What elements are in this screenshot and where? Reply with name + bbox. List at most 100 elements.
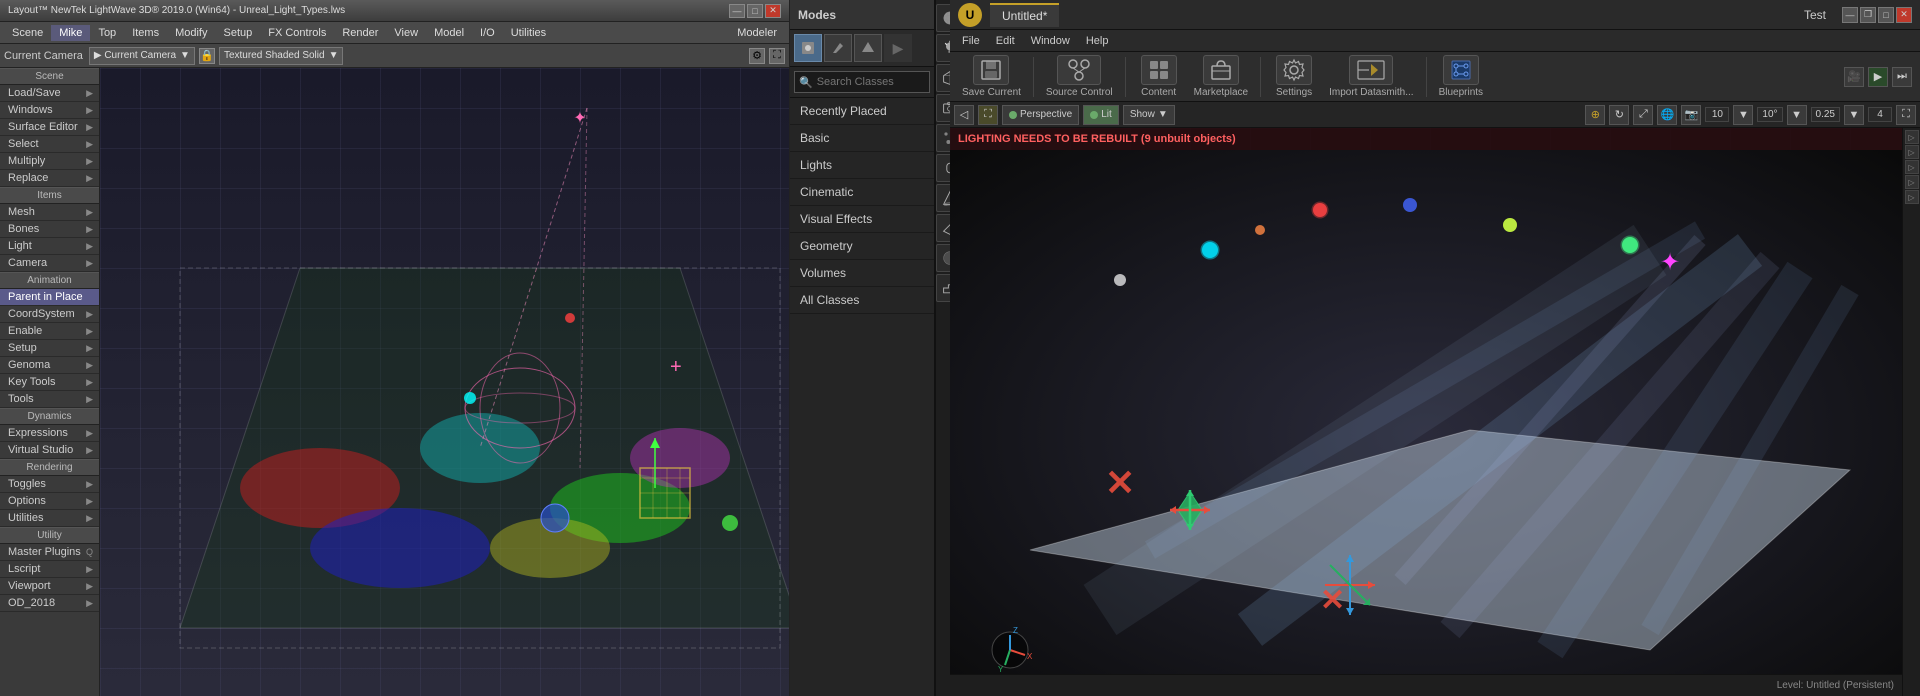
ue-maximize-button[interactable]: □ bbox=[1878, 7, 1894, 23]
modes-expand-button[interactable]: ▶ bbox=[884, 34, 912, 62]
category-lights[interactable]: Lights bbox=[790, 152, 934, 179]
lw-menu-fxcontrols[interactable]: FX Controls bbox=[260, 25, 334, 41]
category-visual-effects[interactable]: Visual Effects bbox=[790, 206, 934, 233]
lw-lock-icon[interactable]: 🔒 bbox=[199, 48, 215, 64]
sidebar-item-lscript[interactable]: Lscript ▶ bbox=[0, 561, 99, 578]
lw-camera-dropdown[interactable]: ▶ Current Camera ▼ bbox=[89, 47, 195, 65]
sidebar-item-master-plugins[interactable]: Master Plugins Q bbox=[0, 544, 99, 561]
geometry-mode-button[interactable] bbox=[854, 34, 882, 62]
perspective-button[interactable]: Perspective bbox=[1002, 105, 1079, 125]
sidebar-item-bones[interactable]: Bones ▶ bbox=[0, 221, 99, 238]
vp-scale-down[interactable]: ▼ bbox=[1844, 105, 1864, 125]
sidebar-item-virtual-studio[interactable]: Virtual Studio ▶ bbox=[0, 442, 99, 459]
vp-scale-icon[interactable]: ⤢ bbox=[1633, 105, 1653, 125]
category-geometry[interactable]: Geometry bbox=[790, 233, 934, 260]
ue-close-button[interactable]: ✕ bbox=[1896, 7, 1912, 23]
sidebar-item-tools[interactable]: Tools ▶ bbox=[0, 391, 99, 408]
toolbar-play-icon[interactable]: ▶ bbox=[1868, 67, 1888, 87]
ue-window-controls: — ❐ □ ✕ bbox=[1842, 7, 1912, 23]
sidebar-item-select[interactable]: Select ▶ bbox=[0, 136, 99, 153]
sidebar-item-enable[interactable]: Enable ▶ bbox=[0, 323, 99, 340]
blueprints-button[interactable]: Blueprints bbox=[1435, 53, 1487, 100]
category-all-classes[interactable]: All Classes bbox=[790, 287, 934, 314]
vp-world-icon[interactable]: 🌐 bbox=[1657, 105, 1677, 125]
lw-maximize-viewport-icon[interactable]: ⛶ bbox=[769, 48, 785, 64]
category-recently-placed[interactable]: Recently Placed bbox=[790, 98, 934, 125]
sidebar-item-genoma[interactable]: Genoma ▶ bbox=[0, 357, 99, 374]
sidebar-item-od2018[interactable]: OD_2018 ▶ bbox=[0, 595, 99, 612]
settings-button[interactable]: Settings bbox=[1269, 53, 1319, 100]
lw-menu-utilities[interactable]: Utilities bbox=[503, 25, 554, 41]
sidebar-item-keytools[interactable]: Key Tools ▶ bbox=[0, 374, 99, 391]
lw-3d-viewport[interactable]: ✦ bbox=[100, 68, 789, 696]
viewport-nav-icon[interactable]: ◁ bbox=[954, 105, 974, 125]
viewport-maximize-icon[interactable]: ⛶ bbox=[978, 105, 998, 125]
edge-btn-3[interactable]: ▷ bbox=[1905, 160, 1919, 174]
vp-translate-icon[interactable]: ⊕ bbox=[1585, 105, 1605, 125]
edge-btn-4[interactable]: ▷ bbox=[1905, 175, 1919, 189]
category-basic[interactable]: Basic bbox=[790, 125, 934, 152]
vp-rotate-icon[interactable]: ↻ bbox=[1609, 105, 1629, 125]
place-mode-button[interactable] bbox=[794, 34, 822, 62]
sidebar-item-options[interactable]: Options ▶ bbox=[0, 493, 99, 510]
sidebar-item-surface-editor[interactable]: Surface Editor ▶ bbox=[0, 119, 99, 136]
lw-menu-view[interactable]: View bbox=[386, 25, 426, 41]
toolbar-camera-icon[interactable]: 🎥 bbox=[1844, 67, 1864, 87]
import-datasmith-button[interactable]: Import Datasmith... bbox=[1325, 53, 1417, 100]
lw-menu-top[interactable]: Top bbox=[90, 25, 124, 41]
ue-menu-file[interactable]: File bbox=[954, 33, 988, 49]
content-button[interactable]: Content bbox=[1134, 53, 1184, 100]
edge-btn-1[interactable]: ▷ bbox=[1905, 130, 1919, 144]
ue-active-tab[interactable]: Untitled* bbox=[990, 3, 1059, 27]
vp-rotation-down[interactable]: ▼ bbox=[1787, 105, 1807, 125]
lw-minimize-button[interactable]: — bbox=[729, 4, 745, 18]
source-control-button[interactable]: Source Control bbox=[1042, 53, 1117, 100]
vp-grid-down[interactable]: ▼ bbox=[1733, 105, 1753, 125]
sidebar-item-expressions[interactable]: Expressions ▶ bbox=[0, 425, 99, 442]
lw-maximize-button[interactable]: □ bbox=[747, 4, 763, 18]
sidebar-item-light[interactable]: Light ▶ bbox=[0, 238, 99, 255]
sidebar-item-viewport[interactable]: Viewport ▶ bbox=[0, 578, 99, 595]
marketplace-button[interactable]: Marketplace bbox=[1190, 53, 1252, 100]
sidebar-item-utilities[interactable]: Utilities ▶ bbox=[0, 510, 99, 527]
lw-menu-scene[interactable]: Scene bbox=[4, 25, 51, 41]
lw-menu-io[interactable]: I/O bbox=[472, 25, 503, 41]
edge-btn-5[interactable]: ▷ bbox=[1905, 190, 1919, 204]
lw-menu-setup[interactable]: Setup bbox=[216, 25, 261, 41]
ue-menu-help[interactable]: Help bbox=[1078, 33, 1117, 49]
lw-menu-model[interactable]: Model bbox=[426, 25, 472, 41]
show-button[interactable]: Show ▼ bbox=[1123, 105, 1175, 125]
lw-close-button[interactable]: ✕ bbox=[765, 4, 781, 18]
sidebar-item-toggles[interactable]: Toggles ▶ bbox=[0, 476, 99, 493]
lw-menu-render[interactable]: Render bbox=[334, 25, 386, 41]
sidebar-item-replace[interactable]: Replace ▶ bbox=[0, 170, 99, 187]
vp-fullscreen[interactable]: ⛶ bbox=[1896, 105, 1916, 125]
lw-menu-modeler[interactable]: Modeler bbox=[729, 25, 785, 41]
edge-btn-2[interactable]: ▷ bbox=[1905, 145, 1919, 159]
sidebar-item-loadsave[interactable]: Load/Save ▶ bbox=[0, 85, 99, 102]
sidebar-item-mesh[interactable]: Mesh ▶ bbox=[0, 204, 99, 221]
paint-mode-button[interactable] bbox=[824, 34, 852, 62]
ue-menu-window[interactable]: Window bbox=[1023, 33, 1078, 49]
sidebar-item-windows[interactable]: Windows ▶ bbox=[0, 102, 99, 119]
ue-3d-viewport[interactable]: LIGHTING NEEDS TO BE REBUILT (9 unbuilt … bbox=[950, 128, 1902, 696]
ue-minimize-button[interactable]: — bbox=[1842, 7, 1858, 23]
sidebar-item-parent-in-place[interactable]: Parent in Place bbox=[0, 289, 99, 306]
sidebar-item-setup[interactable]: Setup ▶ bbox=[0, 340, 99, 357]
lit-button[interactable]: Lit bbox=[1083, 105, 1119, 125]
sidebar-item-multiply[interactable]: Multiply ▶ bbox=[0, 153, 99, 170]
toolbar-skip-icon[interactable]: ⏭ bbox=[1892, 67, 1912, 87]
category-volumes[interactable]: Volumes bbox=[790, 260, 934, 287]
save-current-button[interactable]: Save Current bbox=[958, 53, 1025, 100]
lw-menu-mike[interactable]: Mike bbox=[51, 25, 90, 41]
lw-menu-items[interactable]: Items bbox=[124, 25, 167, 41]
lw-menu-modify[interactable]: Modify bbox=[167, 25, 215, 41]
ue-restore-button[interactable]: ❐ bbox=[1860, 7, 1876, 23]
lw-settings-icon[interactable]: ⚙ bbox=[749, 48, 765, 64]
sidebar-item-camera[interactable]: Camera ▶ bbox=[0, 255, 99, 272]
lw-render-mode-dropdown[interactable]: Textured Shaded Solid ▼ bbox=[219, 47, 344, 65]
category-cinematic[interactable]: Cinematic bbox=[790, 179, 934, 206]
sidebar-item-coordsystem[interactable]: CoordSystem ▶ bbox=[0, 306, 99, 323]
vp-camera-speed-icon[interactable]: 📷 bbox=[1681, 105, 1701, 125]
ue-menu-edit[interactable]: Edit bbox=[988, 33, 1023, 49]
